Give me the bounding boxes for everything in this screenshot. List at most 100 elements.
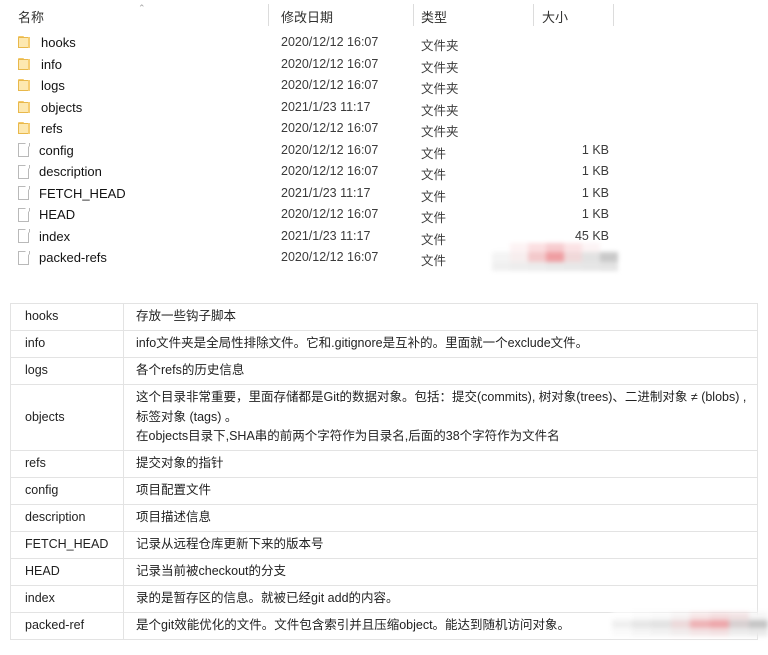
file-size-cell: 1 KB <box>581 207 609 221</box>
description-value-line: 各个refs的历史信息 <box>136 363 245 378</box>
file-icon <box>18 186 30 201</box>
description-value-cell: 存放一些钩子脚本 <box>123 303 758 331</box>
file-modified-cell: 2020/12/12 16:07 <box>281 121 379 135</box>
description-key-cell: config <box>10 477 124 505</box>
description-key-cell: HEAD <box>10 558 124 586</box>
description-table-row: index 录的是暂存区的信息。就被已经git add的内容。 <box>10 585 758 613</box>
column-header-modified[interactable]: 修改日期 <box>281 7 333 26</box>
file-name-cell[interactable]: HEAD <box>18 204 75 226</box>
file-list-row[interactable]: config 2020/12/12 16:07 文件 1 KB <box>0 140 768 162</box>
file-type-cell: 文件 <box>421 254 447 268</box>
file-name-label: FETCH_HEAD <box>39 185 126 201</box>
column-divider-2[interactable] <box>413 4 414 26</box>
git-directory-description-table: hooks 存放一些钩子脚本 info info文件夹是全局性排除文件。它和.giti… <box>10 303 758 640</box>
description-value-line: 记录从远程仓库更新下来的版本号 <box>136 537 324 552</box>
file-name-label: index <box>39 228 71 244</box>
file-name-cell[interactable]: logs <box>18 75 65 97</box>
file-list-row[interactable]: HEAD 2020/12/12 16:07 文件 1 KB <box>0 204 768 226</box>
file-modified-cell: 2020/12/12 16:07 <box>281 207 379 221</box>
description-value-line: 记录当前被checkout的分支 <box>136 564 287 579</box>
description-key-cell: objects <box>10 384 124 451</box>
column-divider-3[interactable] <box>533 4 534 26</box>
folder-icon <box>18 122 32 135</box>
description-value-line: 在objects目录下,SHA串的前两个字符作为目录名,后面的38个字符作为文件… <box>136 429 560 444</box>
description-table-row: logs 各个refs的历史信息 <box>10 357 758 385</box>
file-modified-cell: 2020/12/12 16:07 <box>281 35 379 49</box>
description-value-cell: 录的是暂存区的信息。就被已经git add的内容。 <box>123 585 758 613</box>
folder-icon <box>18 100 32 114</box>
folder-icon <box>18 36 32 49</box>
description-value-cell: 这个目录非常重要，里面存储都是Git的数据对象。包括：提交(commits), … <box>123 384 758 451</box>
file-name-label: description <box>39 164 102 180</box>
explorer-column-header: 名称 ⌃ 修改日期 类型 大小 <box>0 0 768 30</box>
description-value-cell: 提交对象的指针 <box>123 450 758 478</box>
description-value-line: 项目配置文件 <box>136 483 212 498</box>
file-list-row[interactable]: info 2020/12/12 16:07 文件夹 <box>0 54 768 76</box>
file-list: hooks 2020/12/12 16:07 文件夹 info 2020/12/12 1… <box>0 32 768 269</box>
column-header-name[interactable]: 名称 <box>18 7 44 26</box>
file-icon <box>18 164 30 179</box>
description-key-cell: hooks <box>10 303 124 331</box>
description-key-cell: description <box>10 504 124 532</box>
description-value-line: 项目描述信息 <box>136 510 212 525</box>
file-list-row[interactable]: refs 2020/12/12 16:07 文件夹 <box>0 118 768 140</box>
file-name-label: objects <box>41 99 83 115</box>
file-name-label: config <box>39 142 74 158</box>
file-modified-cell: 2021/1/23 11:17 <box>281 99 371 114</box>
file-name-cell[interactable]: packed-refs <box>18 247 107 269</box>
file-type-cell: 文件 <box>421 189 447 204</box>
description-value-line: 提交对象的指针 <box>136 456 224 471</box>
file-name-cell[interactable]: objects <box>18 97 82 119</box>
file-modified-cell: 2021/1/23 11:17 <box>281 228 371 243</box>
file-size-cell: 45 KB <box>574 228 609 243</box>
folder-icon <box>18 79 32 92</box>
description-table-row: refs 提交对象的指针 <box>10 450 758 478</box>
file-name-cell[interactable]: refs <box>18 118 63 140</box>
description-value-cell: 记录当前被checkout的分支 <box>123 558 758 586</box>
file-name-cell[interactable]: FETCH_HEAD <box>18 183 126 205</box>
file-type-cell: 文件夹 <box>421 39 459 53</box>
file-type-cell: 文件夹 <box>421 60 459 75</box>
file-name-label: logs <box>41 78 65 94</box>
column-divider-1[interactable] <box>268 4 269 26</box>
column-header-type[interactable]: 类型 <box>421 7 447 26</box>
description-value-line: 录的是暂存区的信息。就被已经git add的内容。 <box>136 591 399 606</box>
folder-icon <box>18 57 32 71</box>
file-list-row[interactable]: FETCH_HEAD 2021/1/23 11:17 文件 1 KB <box>0 183 768 205</box>
file-name-cell[interactable]: config <box>18 140 74 162</box>
file-name-label: info <box>41 56 62 72</box>
file-list-row[interactable]: objects 2021/1/23 11:17 文件夹 <box>0 97 768 119</box>
file-type-cell: 文件 <box>421 211 447 225</box>
description-value-line: 是个git效能优化的文件。文件包含索引并且压缩object。能达到随机访问对象。 <box>136 618 571 633</box>
file-name-cell[interactable]: info <box>18 54 62 76</box>
description-value-cell: 是个git效能优化的文件。文件包含索引并且压缩object。能达到随机访问对象。 <box>123 612 758 640</box>
description-table-row: description 项目描述信息 <box>10 504 758 532</box>
file-name-cell[interactable]: hooks <box>18 32 76 54</box>
file-modified-cell: 2020/12/12 16:07 <box>281 250 379 264</box>
file-size-cell: 1 KB <box>581 142 609 157</box>
file-type-cell: 文件 <box>421 146 447 161</box>
file-modified-cell: 2020/12/12 16:07 <box>281 142 379 157</box>
file-list-row[interactable]: packed-refs 2020/12/12 16:07 文件 <box>0 247 768 269</box>
description-value-cell: info文件夹是全局性排除文件。它和.gitignore是互补的。里面就一个ex… <box>123 330 758 358</box>
column-header-size[interactable]: 大小 <box>542 7 568 26</box>
file-name-cell[interactable]: description <box>18 161 102 183</box>
description-value-line: 这个目录非常重要，里面存储都是Git的数据对象。包括：提交(commits), … <box>136 390 747 424</box>
file-type-cell: 文件 <box>421 232 447 247</box>
file-list-row[interactable]: description 2020/12/12 16:07 文件 1 KB <box>0 161 768 183</box>
file-name-label: HEAD <box>39 207 76 223</box>
sort-ascending-icon[interactable]: ⌃ <box>138 4 150 13</box>
file-list-row[interactable]: logs 2020/12/12 16:07 文件夹 <box>0 75 768 97</box>
file-type-cell: 文件夹 <box>421 82 459 96</box>
file-list-row[interactable]: hooks 2020/12/12 16:07 文件夹 <box>0 32 768 54</box>
column-divider-4[interactable] <box>613 4 614 26</box>
file-name-cell[interactable]: index <box>18 226 70 248</box>
file-icon <box>18 229 30 244</box>
file-type-cell: 文件 <box>421 168 447 182</box>
file-list-row[interactable]: index 2021/1/23 11:17 文件 45 KB <box>0 226 768 248</box>
description-key-cell: FETCH_HEAD <box>10 531 124 559</box>
file-icon <box>18 250 30 265</box>
description-value-line: info文件夹是全局性排除文件。它和.gitignore是互补的。里面就一个ex… <box>136 336 589 351</box>
description-key-cell: logs <box>10 357 124 385</box>
description-table-row: config 项目配置文件 <box>10 477 758 505</box>
